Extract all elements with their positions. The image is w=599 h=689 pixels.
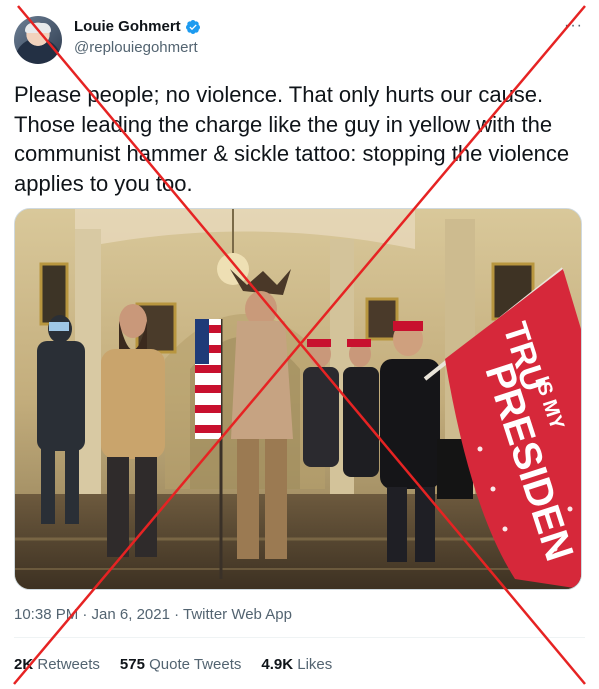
photo-illustration: TRU IS MY PRESIDEN — [15, 209, 581, 589]
author-name[interactable]: Louie Gohmert — [74, 18, 181, 35]
verified-badge-icon — [185, 19, 200, 34]
author-handle[interactable]: @replouiegohmert — [74, 39, 198, 56]
engagement-stats: 2K Retweets 575 Quote Tweets 4.9K Likes — [14, 656, 332, 673]
likes-stat[interactable]: 4.9K Likes — [261, 656, 332, 673]
quote-count: 575 — [119, 656, 145, 673]
retweets-count: 2K — [14, 656, 34, 673]
tweet-photo[interactable]: TRU IS MY PRESIDEN — [14, 208, 582, 590]
retweets-label: Retweets — [37, 656, 100, 673]
author-row: Louie Gohmert — [74, 18, 201, 35]
quote-label: Quote Tweets — [149, 656, 242, 673]
tweet-card: Louie Gohmert @replouiegohmert ··· Pleas… — [0, 0, 599, 689]
tweet-timestamp[interactable]: 10:38 PM · Jan 6, 2021 · Twitter Web App — [14, 606, 292, 623]
quote-tweets-stat[interactable]: 575 Quote Tweets — [120, 656, 241, 673]
retweets-stat[interactable]: 2K Retweets — [14, 656, 100, 673]
more-options-icon[interactable]: ··· — [564, 17, 583, 35]
likes-count: 4.9K — [261, 656, 294, 673]
divider — [14, 637, 585, 638]
tweet-text: Please people; no violence. That only hu… — [14, 82, 570, 196]
likes-label: Likes — [297, 656, 333, 673]
avatar[interactable] — [14, 16, 62, 64]
